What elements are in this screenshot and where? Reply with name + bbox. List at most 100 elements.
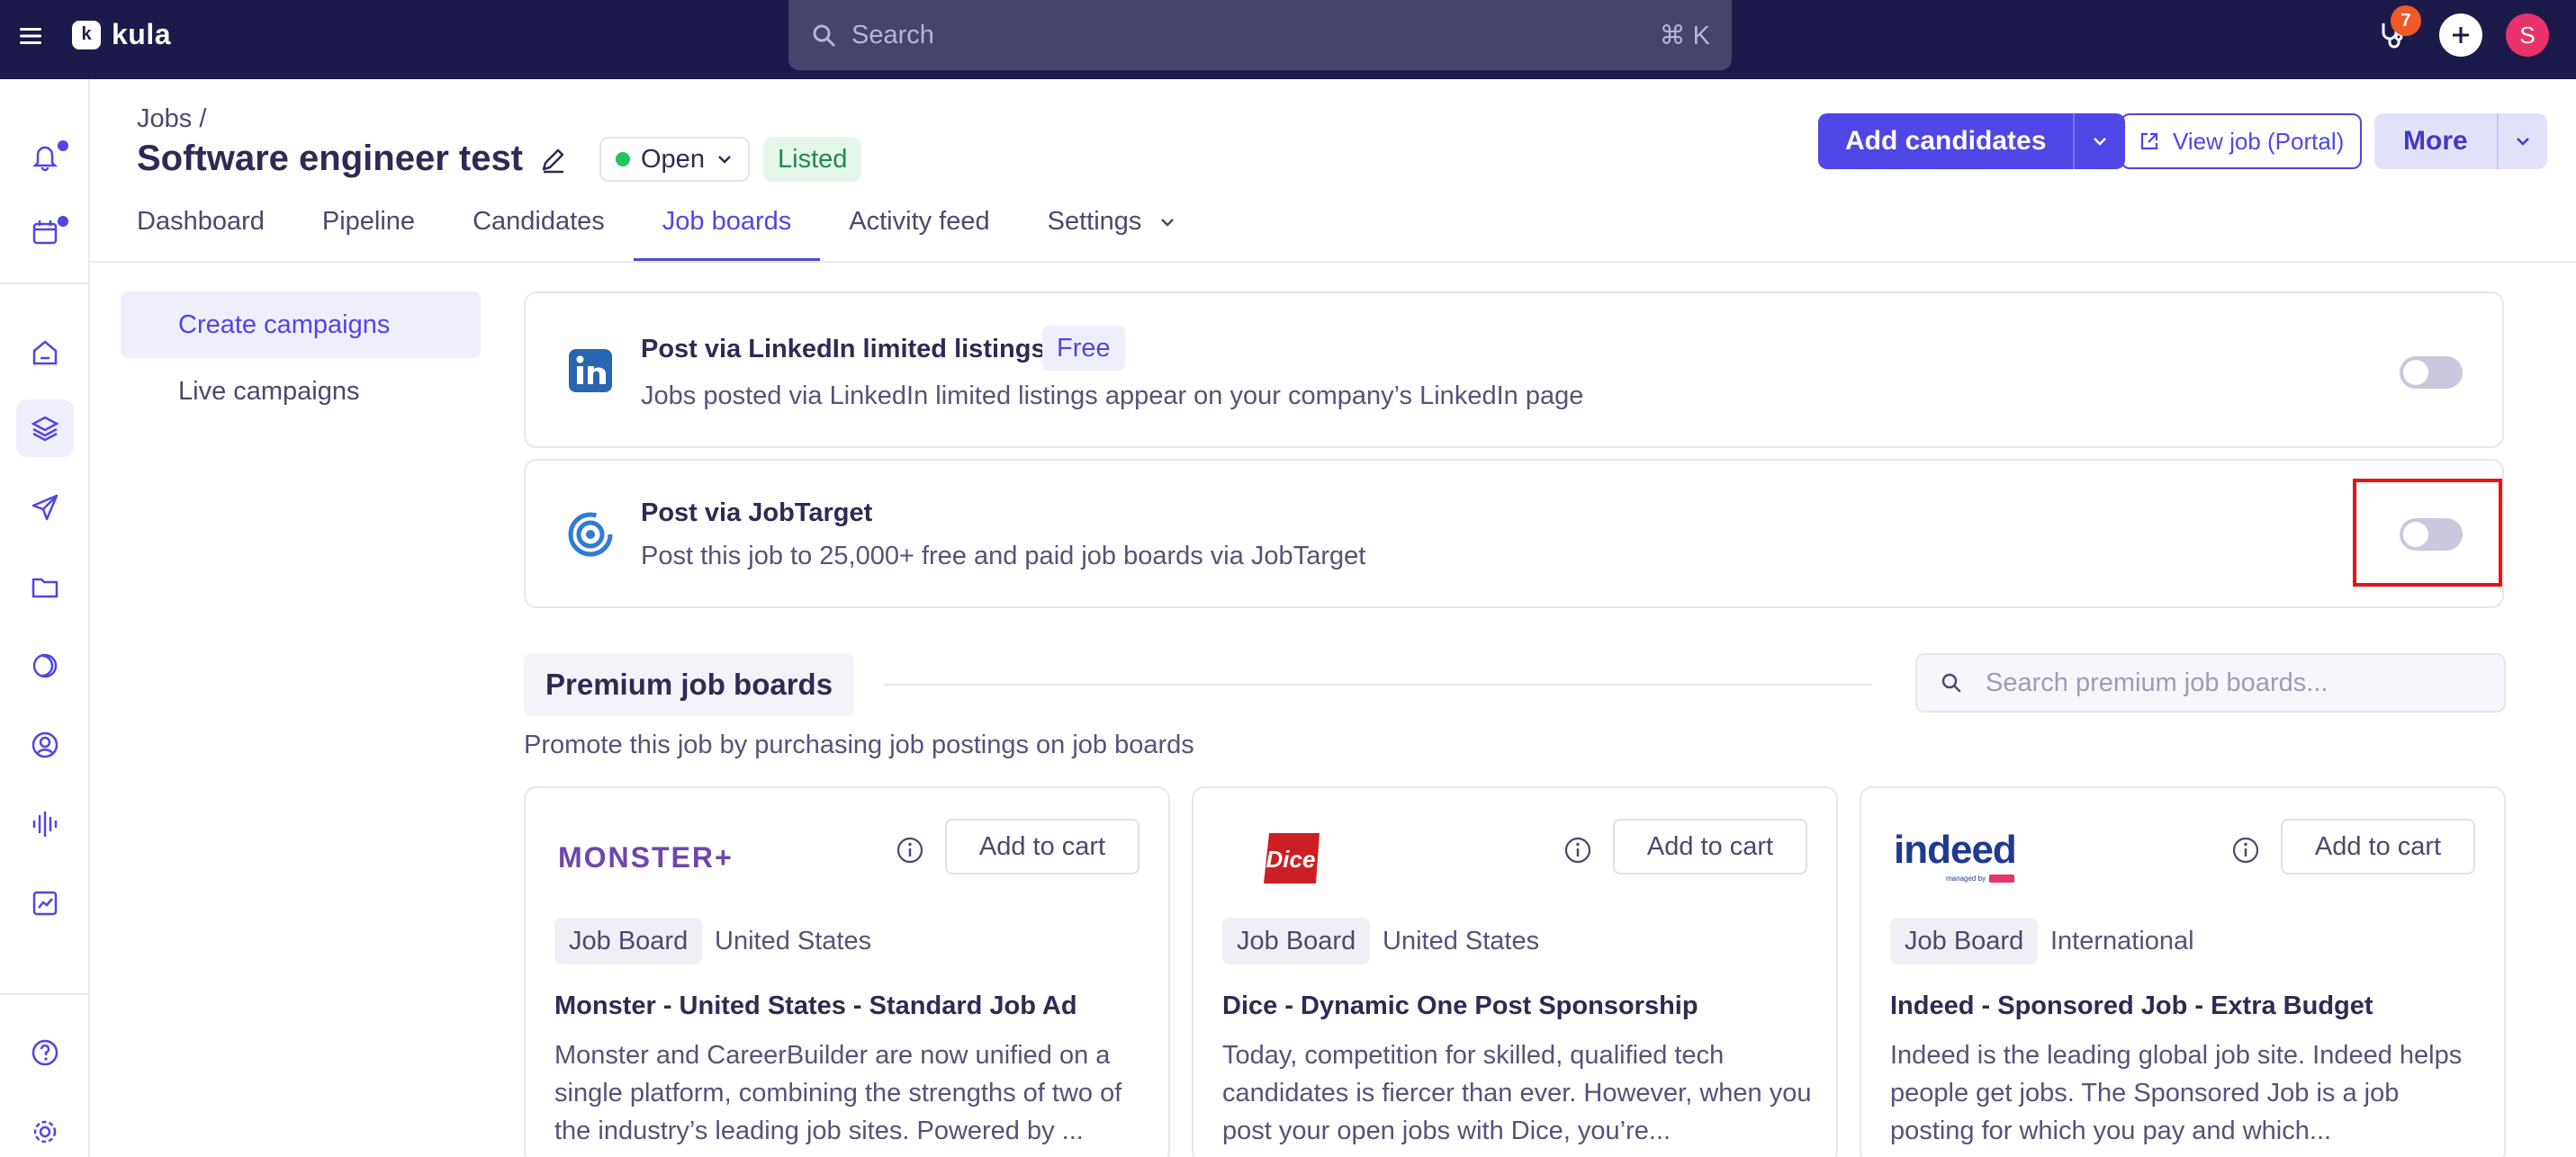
view-job-portal-button[interactable]: View job (Portal) [2121, 113, 2363, 169]
job-tabs: Dashboard Pipeline Candidates Job boards… [137, 203, 1235, 261]
listed-badge: Listed [763, 137, 862, 182]
global-search[interactable]: Search ⌘ K [788, 0, 1732, 70]
chevron-down-icon [2094, 138, 2107, 146]
info-icon[interactable] [2230, 835, 2261, 866]
status-dot-icon [616, 152, 630, 166]
region-label: United States [715, 926, 872, 955]
more-button-group: More [2374, 113, 2547, 169]
job-board-tag: Job Board [554, 918, 703, 964]
plus-icon [2453, 27, 2469, 43]
tab-candidates[interactable]: Candidates [473, 203, 605, 261]
indeed-logo: indeed managed by [1890, 824, 2052, 887]
jobtarget-description: Post this job to 25,000+ free and paid j… [641, 542, 1366, 570]
job-board-title: Dice - Dynamic One Post Sponsorship [1222, 991, 1698, 1020]
search-shortcut: ⌘ K [1659, 21, 1710, 50]
view-job-label: View job (Portal) [2173, 127, 2345, 155]
search-icon [1941, 673, 1961, 693]
settings-icon[interactable] [16, 1103, 74, 1157]
svg-text:Dice: Dice [1266, 846, 1316, 873]
search-placeholder: Search [851, 20, 934, 49]
breadcrumb[interactable]: Jobs / [137, 104, 206, 134]
region-label: International [2050, 926, 2194, 955]
avatar[interactable]: S [2506, 13, 2549, 57]
jobtarget-integration-card: Post via JobTarget Post this job to 25,0… [524, 459, 2504, 608]
job-board-tag: Job Board [1890, 918, 2039, 964]
folder-icon[interactable] [16, 558, 74, 615]
job-board-card-monster: MONSTER+ Add to cart Job Board United St… [524, 786, 1170, 1157]
chevron-down-icon [2516, 138, 2529, 146]
toggle-knob [2403, 360, 2428, 385]
external-link-icon [2140, 132, 2158, 150]
premium-search-placeholder: Search premium job boards... [1986, 668, 2328, 697]
job-board-card-dice: Dice Add to cart Job Board United States… [1192, 786, 1838, 1157]
job-board-description: Today, competition for skilled, qualifie… [1222, 1041, 1812, 1145]
premium-description: Promote this job by purchasing job posti… [524, 731, 1194, 759]
chart-icon[interactable] [16, 874, 74, 932]
more-dropdown[interactable] [2496, 113, 2547, 169]
chevron-down-icon [718, 156, 731, 164]
add-to-cart-button[interactable]: Add to cart [1613, 819, 1807, 874]
brand[interactable]: k kula [72, 18, 171, 51]
tab-settings-label: Settings [1047, 207, 1142, 236]
job-status-dropdown[interactable]: Open [599, 137, 750, 182]
linkedin-title: Post via LinkedIn limited listings [641, 335, 1046, 363]
more-button[interactable]: More [2374, 113, 2497, 169]
top-bar: k kula Search ⌘ K 7 S [0, 0, 2576, 79]
home-icon[interactable] [16, 324, 74, 381]
premium-divider [884, 684, 1872, 686]
menu-icon[interactable] [18, 23, 43, 49]
linkedin-toggle[interactable] [2400, 356, 2463, 389]
add-to-cart-button[interactable]: Add to cart [945, 819, 1139, 874]
add-candidates-button-group: Add candidates [1818, 113, 2126, 169]
info-icon[interactable] [1563, 835, 1593, 866]
subnav-live-campaigns[interactable]: Live campaigns [121, 358, 481, 425]
tab-job-boards[interactable]: Job boards [633, 203, 820, 261]
app-name: kula [112, 18, 172, 50]
job-status-label: Open [641, 144, 705, 174]
notification-count-badge: 7 [2391, 5, 2421, 36]
linkedin-description: Jobs posted via LinkedIn limited listing… [641, 381, 1584, 410]
tab-pipeline[interactable]: Pipeline [322, 203, 415, 261]
kula-logo-icon: k [72, 20, 101, 49]
bell-icon[interactable] [16, 128, 74, 185]
tabs-divider [90, 261, 2576, 263]
page-title: Software engineer test [137, 139, 524, 178]
send-icon[interactable] [16, 479, 74, 536]
dice-logo: Dice [1222, 824, 1330, 887]
layers-icon[interactable] [16, 399, 74, 457]
search-icon [813, 24, 835, 47]
svg-text:indeed: indeed [1894, 828, 2016, 872]
add-to-cart-button[interactable]: Add to cart [2281, 819, 2475, 874]
info-icon[interactable] [895, 835, 925, 866]
premium-search-input[interactable]: Search premium job boards... [1915, 653, 2506, 713]
half-circle-icon[interactable] [16, 637, 74, 695]
notifications-button[interactable]: 7 [2371, 5, 2421, 58]
tab-settings[interactable]: Settings [1048, 203, 1178, 261]
job-board-title: Monster - United States - Standard Job A… [554, 991, 1077, 1020]
linkedin-integration-card: Post via LinkedIn limited listings Free … [524, 291, 2504, 448]
job-board-description: Monster and CareerBuilder are now unifie… [554, 1041, 1122, 1145]
chevron-down-icon [1161, 219, 1175, 227]
tab-activity-feed[interactable]: Activity feed [849, 203, 989, 261]
add-candidates-button[interactable]: Add candidates [1818, 113, 2073, 169]
add-candidates-dropdown[interactable] [2073, 113, 2125, 169]
help-icon[interactable] [16, 1024, 74, 1081]
edit-icon[interactable] [536, 144, 569, 176]
user-circle-icon[interactable] [16, 716, 74, 774]
calendar-icon[interactable] [16, 203, 74, 261]
free-badge: Free [1042, 326, 1125, 371]
region-label: United States [1383, 926, 1540, 955]
job-board-card-indeed: indeed managed by Add to cart Job Board … [1860, 786, 2506, 1157]
linkedin-icon [567, 347, 614, 394]
subnav-create-campaigns[interactable]: Create campaigns [121, 291, 481, 358]
jobtarget-toggle-highlight [2353, 479, 2502, 587]
svg-text:MONSTER+: MONSTER+ [558, 841, 734, 874]
job-board-title: Indeed - Sponsored Job - Extra Budget [1890, 991, 2373, 1020]
sidebar [0, 79, 90, 1157]
job-board-description: Indeed is the leading global job site. I… [1890, 1041, 2463, 1145]
create-button[interactable] [2439, 13, 2482, 57]
svg-text:managed by: managed by [1946, 874, 1986, 883]
audio-wave-icon[interactable] [16, 795, 74, 853]
jobtarget-icon [567, 511, 614, 558]
tab-dashboard[interactable]: Dashboard [137, 203, 265, 261]
